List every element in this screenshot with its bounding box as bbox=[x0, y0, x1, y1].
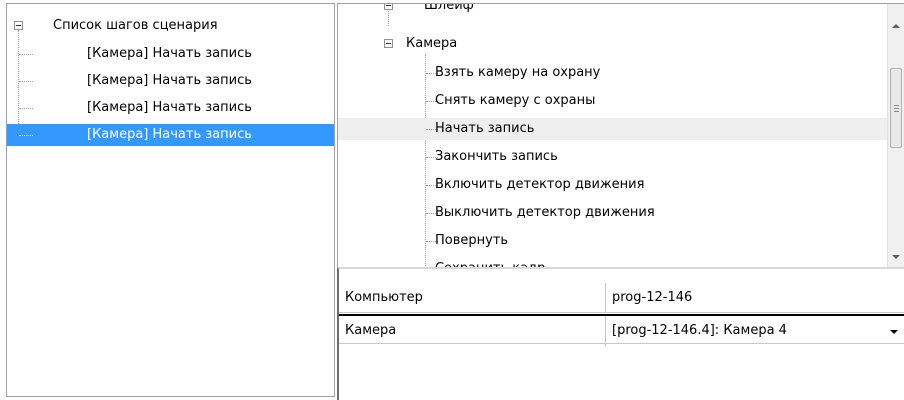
action-item-label: Сохранить кадр bbox=[435, 258, 545, 267]
collapse-icon[interactable] bbox=[384, 39, 393, 48]
tree-branch-line bbox=[19, 54, 33, 55]
action-item-label: Закончить запись bbox=[435, 149, 558, 164]
scenario-step-item[interactable]: [Камера] Начать запись bbox=[7, 70, 327, 92]
camera-select[interactable]: [prog-12-146.4]: Камера 4 bbox=[606, 316, 904, 346]
property-grid: Компьютер prog-12-146 Камера [prog-12-14… bbox=[337, 267, 904, 400]
property-name: Камера bbox=[339, 316, 606, 346]
action-item-highlighted[interactable]: Начать запись bbox=[338, 118, 887, 140]
action-item[interactable]: Повернуть bbox=[338, 230, 887, 252]
tree-branch-line bbox=[19, 81, 33, 82]
tree-root-label: Список шагов сценария bbox=[53, 18, 218, 33]
action-item-label: Начать запись bbox=[435, 121, 535, 136]
tree-branch-line bbox=[19, 135, 33, 136]
scrollbar-thumb[interactable] bbox=[890, 68, 902, 148]
action-item[interactable]: Сохранить кадр bbox=[338, 258, 887, 267]
scenario-step-item[interactable]: [Камера] Начать запись bbox=[7, 97, 327, 119]
scenario-step-label: [Камера] Начать запись bbox=[87, 46, 252, 61]
action-item-label: Снять камеру с охраны bbox=[435, 93, 596, 108]
action-item-label: Выключить детектор движения bbox=[435, 205, 655, 220]
property-name: Компьютер bbox=[339, 283, 606, 313]
actions-tree[interactable]: Шлейф Камера Взять камеру на охрану Снят… bbox=[337, 3, 904, 267]
grip-icon bbox=[894, 105, 899, 112]
scenario-step-label: [Камера] Начать запись bbox=[87, 127, 252, 142]
tree-node-partial[interactable]: Шлейф bbox=[338, 3, 878, 17]
dropdown-arrow-icon[interactable] bbox=[890, 330, 898, 334]
collapse-icon[interactable] bbox=[14, 21, 23, 30]
tree-root-node[interactable]: Список шагов сценария bbox=[7, 15, 327, 37]
scroll-up-arrow-icon[interactable] bbox=[892, 24, 900, 28]
action-item[interactable]: Выключить детектор движения bbox=[338, 202, 887, 224]
scenario-steps-tree[interactable]: Список шагов сценария [Камера] Начать за… bbox=[6, 3, 335, 397]
action-item[interactable]: Включить детектор движения bbox=[338, 174, 887, 196]
action-item-label: Взять камеру на охрану bbox=[435, 65, 601, 80]
camera-select-value: [prog-12-146.4]: Камера 4 bbox=[612, 323, 787, 338]
tree-branch-line bbox=[19, 108, 33, 109]
action-item[interactable]: Закончить запись bbox=[338, 146, 887, 168]
property-row-camera[interactable]: Камера [prog-12-146.4]: Камера 4 bbox=[339, 314, 904, 346]
tree-node-camera[interactable]: Камера bbox=[338, 33, 878, 55]
tree-node-label: Камера bbox=[406, 36, 458, 51]
action-item[interactable]: Снять камеру с охраны bbox=[338, 90, 887, 112]
scenario-step-item[interactable]: [Камера] Начать запись bbox=[7, 43, 327, 65]
action-item[interactable]: Взять камеру на охрану bbox=[338, 62, 887, 84]
scenario-step-label: [Камера] Начать запись bbox=[87, 73, 252, 88]
scroll-down-arrow-icon[interactable] bbox=[892, 255, 900, 259]
property-value[interactable]: prog-12-146 bbox=[606, 283, 904, 313]
scenario-step-label: [Камера] Начать запись bbox=[87, 100, 252, 115]
vertical-scrollbar[interactable] bbox=[887, 4, 904, 267]
tree-node-label: Шлейф bbox=[424, 3, 474, 13]
action-item-label: Включить детектор движения bbox=[435, 177, 645, 192]
scenario-step-item-selected[interactable]: [Камера] Начать запись bbox=[7, 124, 334, 146]
action-item-label: Повернуть bbox=[435, 233, 509, 248]
property-row-computer[interactable]: Компьютер prog-12-146 bbox=[339, 283, 904, 313]
expand-icon[interactable] bbox=[384, 4, 393, 10]
